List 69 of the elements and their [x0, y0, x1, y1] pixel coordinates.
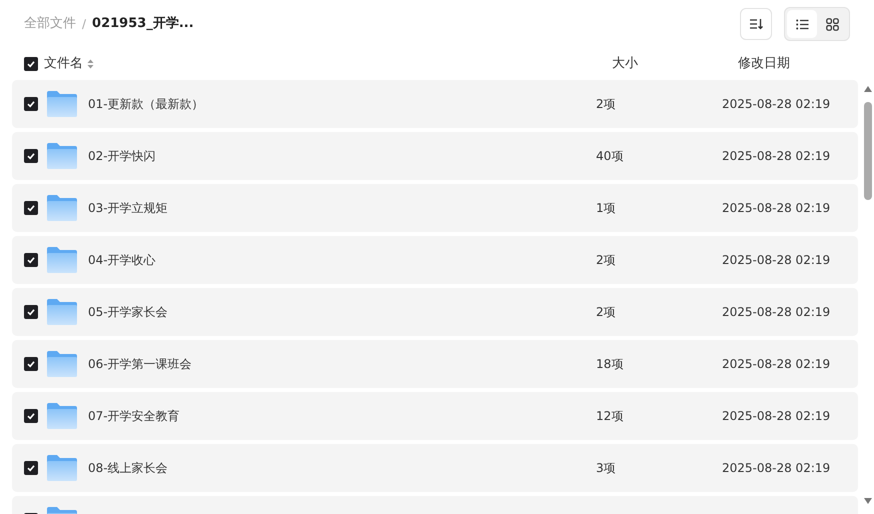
- file-row[interactable]: 04-开学收心 2项 2025-08-28 02:19: [12, 236, 858, 284]
- folder-icon: [47, 91, 77, 117]
- column-header[interactable]: 文件名: [44, 54, 83, 74]
- list-view-button[interactable]: [787, 10, 817, 38]
- checkbox[interactable]: [24, 305, 38, 319]
- folder-icon: [47, 403, 77, 429]
- file-name: 01-更新款（最新款）: [88, 96, 204, 113]
- checkbox[interactable]: [24, 461, 38, 475]
- modified-date: 2025-08-28 02:19: [722, 96, 832, 113]
- checkbox[interactable]: [24, 201, 38, 215]
- item-count: 12项: [596, 408, 624, 425]
- column-header: 修改日期: [738, 55, 791, 74]
- file-row[interactable]: 01-更新款（最新款） 2项 2025-08-28 02:19: [12, 80, 858, 128]
- file-row[interactable]: 02-开学快闪 40项 2025-08-28 02:19: [12, 132, 858, 180]
- file-row[interactable]: 08-线上家长会 3项 2025-08-28 02:19: [12, 444, 858, 492]
- checkmark-icon: [26, 151, 36, 161]
- checkbox[interactable]: [24, 253, 38, 267]
- checkmark-icon: [26, 203, 36, 213]
- folder-icon: [47, 351, 77, 377]
- file-row[interactable]: 06-开学第一课班会 18项 2025-08-28 02:19: [12, 340, 858, 388]
- file-row[interactable]: 03-开学立规矩 1项 2025-08-28 02:19: [12, 184, 858, 232]
- item-count: 2项: [596, 96, 617, 113]
- sort-button[interactable]: [740, 8, 772, 40]
- item-count: 2项: [596, 304, 617, 321]
- folder-icon: [47, 455, 77, 481]
- checkbox[interactable]: [24, 97, 38, 111]
- checkmark-icon: [26, 99, 36, 109]
- file-name: 07-开学安全教育: [88, 408, 180, 425]
- modified-date: 2025-08-28 02:19: [722, 356, 832, 373]
- modified-date: 2025-08-28 02:19: [722, 304, 832, 321]
- grid-icon: [826, 18, 838, 30]
- folder-icon: [47, 299, 77, 325]
- breadcrumb-separator: /: [82, 16, 86, 33]
- checkmark-icon: [26, 59, 36, 69]
- checkmark-icon: [26, 255, 36, 265]
- item-count: 3项: [596, 460, 617, 477]
- file-name: 06-开学第一课班会: [88, 356, 192, 373]
- file-name: 08-线上家长会: [88, 460, 168, 477]
- item-count: 1项: [596, 200, 617, 217]
- modified-date: 2025-08-28 02:19: [722, 408, 832, 425]
- checkmark-icon: [26, 307, 36, 317]
- file-name: 02-开学快闪: [88, 148, 156, 165]
- sort-icon[interactable]: [87, 59, 94, 69]
- item-count: 2项: [596, 252, 617, 269]
- file-name: 04-开学收心: [88, 252, 156, 269]
- sort-icon: [749, 18, 763, 30]
- modified-date: 2025-08-28 02:19: [722, 148, 832, 165]
- checkmark-icon: [26, 411, 36, 421]
- modified-date: 2025-08-28 02:19: [722, 460, 832, 477]
- checkmark-icon: [26, 359, 36, 369]
- checkmark-icon: [26, 463, 36, 473]
- file-name: 05-开学家长会: [88, 304, 168, 321]
- modified-date: 2025-08-28 02:19: [722, 200, 832, 217]
- folder-icon: [47, 247, 77, 273]
- breadcrumb-current: 021953_开学...: [92, 15, 194, 34]
- file-name: 03-开学立规矩: [88, 200, 168, 217]
- modified-date: 2025-08-28 02:19: [722, 252, 832, 269]
- folder-icon: [47, 143, 77, 169]
- checkbox[interactable]: [24, 409, 38, 423]
- column-header: 大小: [612, 55, 639, 74]
- folder-icon: [47, 195, 77, 221]
- file-row[interactable]: 05-开学家长会 2项 2025-08-28 02:19: [12, 288, 858, 336]
- item-count: 40项: [596, 148, 624, 165]
- list-icon: [796, 18, 808, 30]
- checkbox[interactable]: [24, 149, 38, 163]
- checkbox[interactable]: [24, 57, 38, 71]
- file-row[interactable]: 07-开学安全教育 12项 2025-08-28 02:19: [12, 392, 858, 440]
- item-count: 18项: [596, 356, 624, 373]
- checkbox[interactable]: [24, 357, 38, 371]
